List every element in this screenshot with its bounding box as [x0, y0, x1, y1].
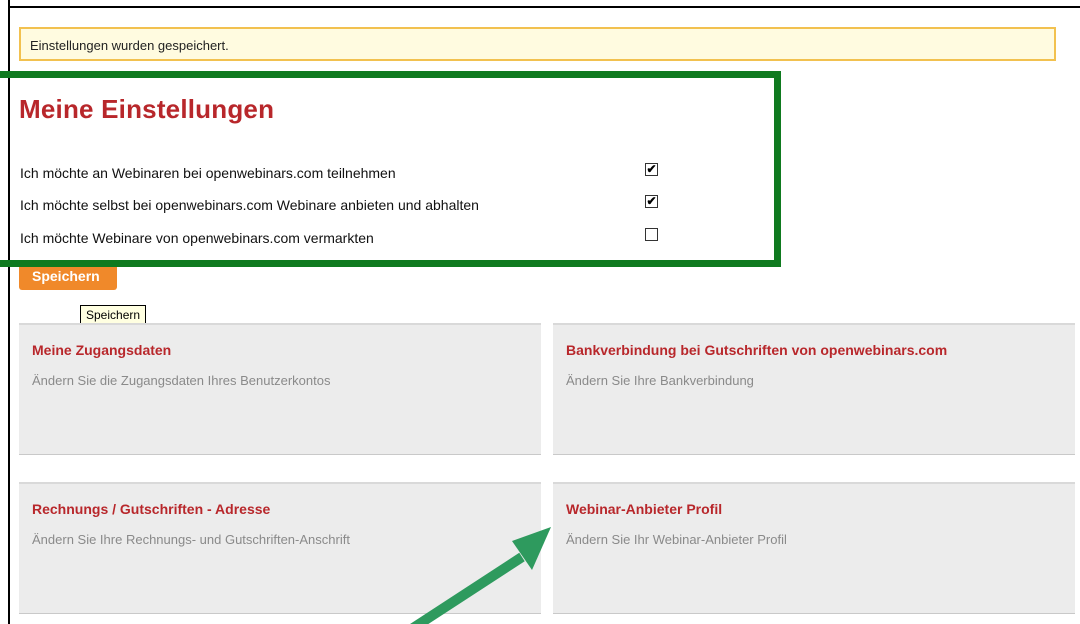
annotation-arrow	[410, 527, 551, 624]
